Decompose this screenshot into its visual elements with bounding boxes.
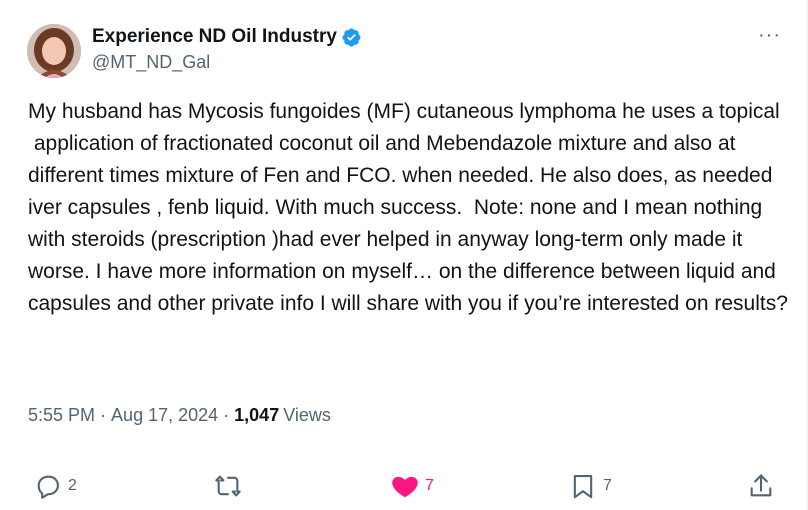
author-display-name[interactable]: Experience ND Oil Industry: [92, 26, 337, 48]
separator-dot: ·: [223, 405, 230, 425]
bookmark-count: 7: [603, 477, 612, 494]
tweet-time[interactable]: 5:55 PM: [28, 405, 95, 426]
reply-count: 2: [68, 477, 77, 494]
retweet-button[interactable]: [214, 470, 248, 502]
action-bar: 2 7 7: [0, 470, 808, 502]
share-icon: [750, 474, 772, 497]
author-name-row[interactable]: Experience ND Oil Industry: [92, 26, 362, 48]
like-count: 7: [425, 477, 434, 494]
reply-icon: [37, 475, 59, 499]
bookmark-icon: [573, 475, 593, 499]
more-options-icon[interactable]: ···: [758, 25, 781, 45]
tweet-date[interactable]: Aug 17, 2024: [111, 405, 218, 426]
views-count: 1,047: [234, 405, 280, 425]
retweet-icon: [215, 475, 241, 497]
views-label: Views: [283, 405, 331, 425]
separator-dot: ·: [100, 405, 107, 425]
like-button[interactable]: 7: [391, 470, 434, 502]
heart-icon: [392, 476, 418, 498]
share-button[interactable]: [747, 470, 775, 502]
author-handle[interactable]: @MT_ND_Gal: [92, 52, 210, 73]
avatar[interactable]: [27, 24, 81, 78]
verified-badge-icon[interactable]: [341, 27, 362, 48]
tweet-text: My husband has Mycosis fungoides (MF) cu…: [28, 100, 788, 315]
reply-button[interactable]: 2: [34, 470, 77, 502]
bookmark-button[interactable]: 7: [569, 470, 612, 502]
tweet-meta: 5:55 PM · Aug 17, 2024 · 1,047 Views: [28, 405, 331, 426]
